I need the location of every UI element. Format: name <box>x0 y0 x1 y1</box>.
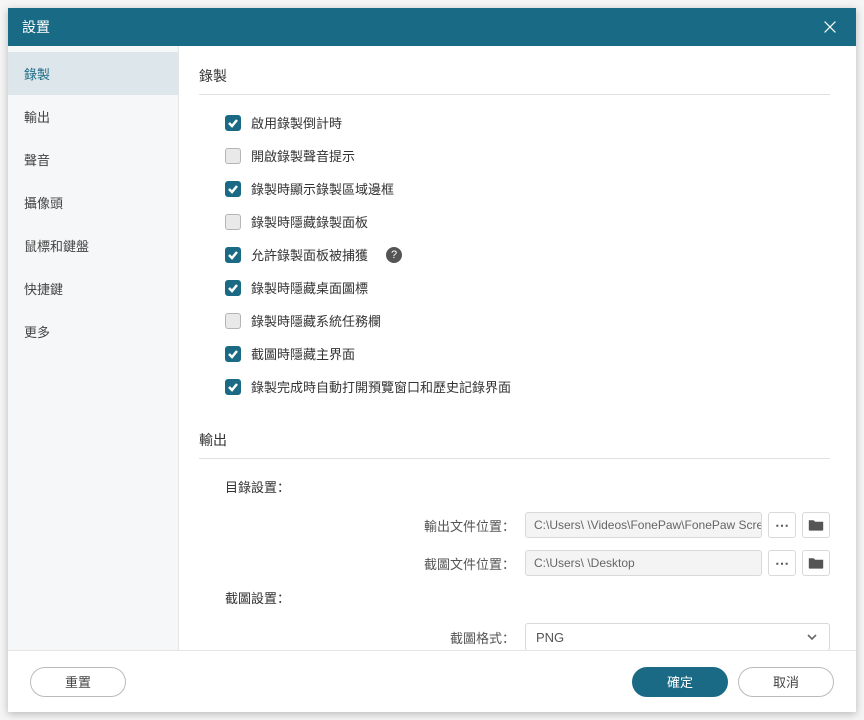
row-screenshot-format: 截圖格式： PNG <box>199 623 830 650</box>
titlebar: 設置 <box>8 8 856 46</box>
checkbox[interactable] <box>225 280 241 296</box>
opt-hide-panel: 錄製時隱藏錄製面板 <box>225 212 830 231</box>
window-title: 設置 <box>22 17 50 37</box>
sidebar-item-camera[interactable]: 攝像頭 <box>8 181 178 224</box>
label-screenshot-path: 截圖文件位置： <box>225 554 525 573</box>
section-title-output: 輸出 <box>199 430 830 459</box>
sidebar-item-more[interactable]: 更多 <box>8 310 178 353</box>
checkbox[interactable] <box>225 313 241 329</box>
window-body: 錄製 輸出 聲音 攝像頭 鼠標和鍵盤 快捷鍵 更多 錄製 啟用錄製倒計時 開啟錄… <box>8 46 856 650</box>
row-screenshot-path: 截圖文件位置： C:\Users\ \Desktop ⋯ <box>199 550 830 576</box>
reset-button[interactable]: 重置 <box>30 667 126 697</box>
checkbox[interactable] <box>225 346 241 362</box>
opt-label: 錄製時隱藏系統任務欄 <box>251 311 381 330</box>
opt-label: 開啟錄製聲音提示 <box>251 146 355 165</box>
opt-sound-hint: 開啟錄製聲音提示 <box>225 146 830 165</box>
sub-heading-dir: 目錄設置： <box>225 477 830 496</box>
sidebar-item-sound[interactable]: 聲音 <box>8 138 178 181</box>
sidebar-item-mouse-keyboard[interactable]: 鼠標和鍵盤 <box>8 224 178 267</box>
sub-heading-screenshot: 截圖設置： <box>225 588 830 607</box>
screenshot-format-select[interactable]: PNG <box>525 623 830 650</box>
settings-window: 設置 錄製 輸出 聲音 攝像頭 鼠標和鍵盤 快捷鍵 更多 錄製 啟用錄製倒計時 <box>8 8 856 712</box>
folder-icon[interactable] <box>802 512 830 538</box>
opt-label: 允許錄製面板被捕獲 <box>251 245 368 264</box>
help-icon[interactable]: ? <box>386 247 402 263</box>
checkbox[interactable] <box>225 214 241 230</box>
sidebar: 錄製 輸出 聲音 攝像頭 鼠標和鍵盤 快捷鍵 更多 <box>8 46 179 650</box>
sidebar-item-output[interactable]: 輸出 <box>8 95 178 138</box>
opt-allow-capture-panel: 允許錄製面板被捕獲 ? <box>225 245 830 264</box>
label-output-path: 輸出文件位置： <box>225 516 525 535</box>
opt-label: 錄製時顯示錄製區域邊框 <box>251 179 394 198</box>
label-screenshot-format: 截圖格式： <box>225 628 525 647</box>
opt-open-preview-after: 錄製完成時自動打開預覽窗口和歷史記錄界面 <box>225 377 830 396</box>
sidebar-item-hotkeys[interactable]: 快捷鍵 <box>8 267 178 310</box>
cancel-button[interactable]: 取消 <box>738 667 834 697</box>
footer: 重置 確定 取消 <box>8 650 856 712</box>
select-value: PNG <box>536 630 564 645</box>
screenshot-path-field[interactable]: C:\Users\ \Desktop <box>525 550 762 576</box>
checkbox[interactable] <box>225 379 241 395</box>
opt-show-border: 錄製時顯示錄製區域邊框 <box>225 179 830 198</box>
ok-button[interactable]: 確定 <box>632 667 728 697</box>
checkbox[interactable] <box>225 181 241 197</box>
opt-hide-main-on-screenshot: 截圖時隱藏主界面 <box>225 344 830 363</box>
opt-hide-taskbar: 錄製時隱藏系統任務欄 <box>225 311 830 330</box>
more-button[interactable]: ⋯ <box>768 550 796 576</box>
opt-enable-countdown: 啟用錄製倒計時 <box>225 113 830 132</box>
checkbox[interactable] <box>225 115 241 131</box>
opt-label: 錄製完成時自動打開預覽窗口和歷史記錄界面 <box>251 377 511 396</box>
more-button[interactable]: ⋯ <box>768 512 796 538</box>
opt-label: 錄製時隱藏錄製面板 <box>251 212 368 231</box>
opt-hide-desktop-icons: 錄製時隱藏桌面圖標 <box>225 278 830 297</box>
checkbox[interactable] <box>225 148 241 164</box>
sidebar-item-recording[interactable]: 錄製 <box>8 52 178 95</box>
section-title-recording: 錄製 <box>199 66 830 95</box>
opt-label: 截圖時隱藏主界面 <box>251 344 355 363</box>
opt-label: 錄製時隱藏桌面圖標 <box>251 278 368 297</box>
output-path-field[interactable]: C:\Users\ \Videos\FonePaw\FonePaw Screen… <box>525 512 762 538</box>
content-area[interactable]: 錄製 啟用錄製倒計時 開啟錄製聲音提示 錄製時顯示錄製區域邊框 錄製時隱藏錄製面… <box>179 46 856 650</box>
opt-label: 啟用錄製倒計時 <box>251 113 342 132</box>
chevron-down-icon <box>805 630 819 644</box>
row-output-path: 輸出文件位置： C:\Users\ \Videos\FonePaw\FonePa… <box>199 512 830 538</box>
checkbox[interactable] <box>225 247 241 263</box>
recording-options: 啟用錄製倒計時 開啟錄製聲音提示 錄製時顯示錄製區域邊框 錄製時隱藏錄製面板 允… <box>225 113 830 396</box>
folder-icon[interactable] <box>802 550 830 576</box>
close-button[interactable] <box>818 15 842 39</box>
